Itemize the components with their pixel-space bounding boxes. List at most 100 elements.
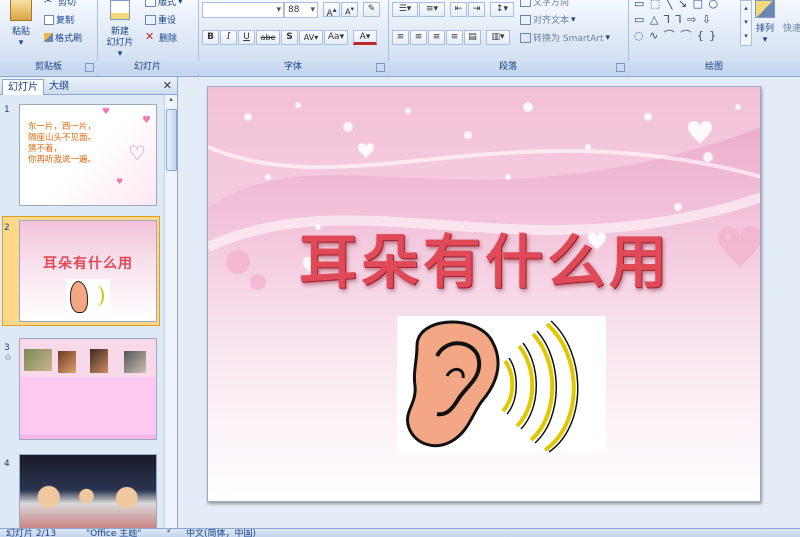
- arrange-button[interactable]: 排列 ▾: [752, 0, 778, 46]
- indent-icon: ⇥: [472, 4, 481, 14]
- text-direction-icon: [520, 0, 531, 7]
- smartart-icon: [520, 32, 531, 43]
- grow-font-button[interactable]: A▴: [323, 2, 340, 19]
- bullets-icon: ☰▾: [398, 4, 412, 14]
- dialog-launcher-icon[interactable]: [616, 63, 625, 72]
- slide-title[interactable]: 耳朵有什么用: [208, 215, 760, 299]
- heart-icon: ♥: [102, 107, 111, 117]
- tab-slides[interactable]: 幻灯片: [2, 79, 44, 95]
- underline-button[interactable]: U: [238, 30, 255, 45]
- align-left-button[interactable]: ≡: [392, 30, 409, 45]
- ear-photo-2: [58, 351, 76, 373]
- shape-row-icons: ◌ ∿ ⌒ ⌒ { }: [634, 29, 718, 42]
- spell-check-icon[interactable]: ✓: [166, 529, 174, 536]
- cut-button[interactable]: ✂ 剪切: [44, 0, 76, 8]
- columns-button[interactable]: ▥▾: [486, 30, 510, 45]
- ribbon: 粘贴 ▾ ✂ 剪切 复制 格式刷 剪贴板 新建 幻灯片 ▾ 版式 ▾ 重设 ✕ …: [0, 0, 800, 77]
- italic-button[interactable]: I: [220, 30, 237, 45]
- align-text-button[interactable]: 对齐文本 ▾: [520, 13, 576, 26]
- slide-thumbnail-1[interactable]: 东一片，西一片， 隔座山头不见面。 猜不着， 你再听我说一遍。 ♡ ♥ ♥ ♥: [19, 104, 157, 206]
- delete-icon: ✕: [145, 30, 155, 43]
- numbering-button[interactable]: ≡▾: [419, 2, 445, 17]
- heart-icon: ♥: [116, 177, 124, 186]
- people-photo: [26, 481, 152, 521]
- change-case-button[interactable]: Aa▾: [324, 30, 348, 45]
- ear-picture[interactable]: [397, 316, 606, 453]
- tab-outline[interactable]: 大纲: [44, 79, 74, 94]
- shapes-scrollbar[interactable]: ▴ ▾ ▾: [740, 0, 752, 46]
- drawing-group: ▭ ⬚ ╲ ↘ □ ○ ▭ △ ⅂ ⅂ ⇨ ⇩ ◌ ∿ ⌒ ⌒ { } ▴ ▾ ▾ …: [628, 0, 800, 76]
- paragraph-group: ☰▾ ≡▾ ⇤ ⇥ ↕▾ 文字方向 对齐文本 ▾ 转换为 SmartArt ▾ ≡ …: [388, 0, 629, 76]
- slide-number: 2: [4, 223, 10, 233]
- font-name-box[interactable]: ▾: [202, 2, 284, 18]
- bold-button[interactable]: B: [202, 30, 219, 45]
- shape-row-icons: ▭ ⬚ ╲ ↘ □ ○: [634, 0, 720, 10]
- ear-photo-4: [124, 351, 146, 373]
- scroll-thumb[interactable]: [166, 109, 177, 171]
- smartart-button[interactable]: 转换为 SmartArt ▾: [520, 31, 610, 44]
- main-scrollbar[interactable]: [786, 77, 800, 528]
- heart-icon: ♡: [128, 141, 146, 165]
- outdent-icon: ⇤: [454, 4, 463, 14]
- scroll-up-icon[interactable]: ▴: [165, 95, 177, 103]
- slide-thumbnail-2[interactable]: 耳朵有什么用: [19, 220, 157, 322]
- delete-button[interactable]: ✕ 删除: [145, 31, 177, 44]
- eraser-icon: ✎: [367, 4, 376, 14]
- paste-icon: [10, 0, 32, 21]
- ear-icon: [406, 320, 579, 453]
- panel-scrollbar[interactable]: ▴: [164, 95, 177, 528]
- dialog-launcher-icon[interactable]: [376, 63, 385, 72]
- decrease-indent-button[interactable]: ⇤: [450, 2, 467, 17]
- line-spacing-button[interactable]: ↕▾: [490, 2, 514, 17]
- reset-icon: [145, 14, 156, 25]
- strikethrough-button[interactable]: abe: [256, 30, 280, 45]
- dialog-launcher-icon[interactable]: [85, 63, 94, 72]
- align-right-button[interactable]: ≡: [428, 30, 445, 45]
- shapes-gallery[interactable]: ▭ ⬚ ╲ ↘ □ ○ ▭ △ ⅂ ⅂ ⇨ ⇩ ◌ ∿ ⌒ ⌒ { }: [634, 0, 740, 46]
- paragraph-group-label: 段落: [388, 61, 628, 74]
- copy-icon: [44, 14, 54, 25]
- ear-image: [66, 279, 110, 315]
- slide3-bottom-band: [20, 435, 156, 439]
- brush-icon: [44, 33, 53, 42]
- chevron-down-icon: ▾: [762, 35, 768, 45]
- shadow-button[interactable]: S: [281, 30, 298, 45]
- font-color-button[interactable]: A▾: [353, 30, 377, 45]
- distributed-button[interactable]: ▤: [464, 30, 481, 45]
- align-right-icon: ≡: [432, 32, 441, 42]
- format-painter-button[interactable]: 格式刷: [44, 31, 82, 44]
- copy-button[interactable]: 复制: [44, 13, 74, 26]
- clipboard-group-label: 剪贴板: [0, 61, 97, 74]
- justify-button[interactable]: ≡: [446, 30, 463, 45]
- slide2-title-text: 耳朵有什么用: [43, 256, 133, 272]
- justify-icon: ≡: [450, 32, 459, 42]
- layout-button[interactable]: 版式 ▾: [145, 0, 183, 8]
- align-text-icon: [520, 14, 531, 25]
- close-icon[interactable]: ✕: [163, 79, 172, 92]
- paste-button[interactable]: 粘贴 ▾: [6, 0, 36, 49]
- slide-thumbnail-3[interactable]: [19, 338, 157, 440]
- reset-button[interactable]: 重设: [145, 13, 176, 26]
- layout-icon: [145, 0, 156, 7]
- bullets-button[interactable]: ☰▾: [392, 2, 418, 17]
- numbering-icon: ≡▾: [425, 4, 439, 14]
- shrink-font-button[interactable]: A▾: [341, 2, 358, 17]
- text-direction-button[interactable]: 文字方向: [520, 0, 569, 8]
- increase-indent-button[interactable]: ⇥: [468, 2, 485, 17]
- slide-thumbnail-4[interactable]: [19, 454, 157, 528]
- new-slide-button[interactable]: 新建 幻灯片 ▾: [103, 0, 137, 60]
- slides-panel: 幻灯片 大纲 ✕ 1 东一片，西一片， 隔座山头不见面。 猜不着， 你再听我说一…: [0, 77, 178, 528]
- font-size-box[interactable]: 88 ▾: [284, 2, 318, 18]
- align-center-icon: ≡: [414, 32, 423, 42]
- chevron-down-icon: ▾: [18, 38, 24, 48]
- font-group: ▾ 88 ▾ A▴ A▾ ✎ B I U abe S AV▾ Aa▾ A▾ 字体: [198, 0, 389, 76]
- heart-icon: ♥: [142, 115, 151, 126]
- clear-format-button[interactable]: ✎: [363, 2, 380, 17]
- char-spacing-button[interactable]: AV▾: [299, 30, 323, 45]
- quick-styles-button[interactable]: 快速: [780, 24, 800, 35]
- current-slide[interactable]: 耳朵有什么用 昵图网 nipic.com/: [207, 86, 761, 502]
- slides-group: 新建 幻灯片 ▾ 版式 ▾ 重设 ✕ 删除 幻灯片: [97, 0, 199, 76]
- align-center-button[interactable]: ≡: [410, 30, 427, 45]
- animation-star-icon: ☆: [4, 353, 13, 363]
- slide-number: 1: [4, 105, 10, 115]
